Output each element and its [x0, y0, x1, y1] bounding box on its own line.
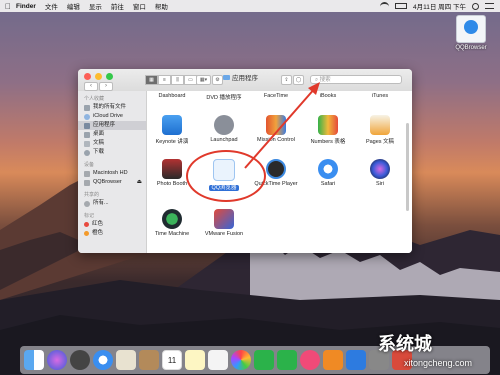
launchpad-dock-icon[interactable] [70, 350, 90, 370]
notes-dock-icon[interactable] [185, 350, 205, 370]
annotation-arrow-icon [244, 82, 320, 169]
app-store-dock-icon[interactable] [346, 350, 366, 370]
facetime-dock-icon[interactable] [277, 350, 297, 370]
finder-dock-icon[interactable] [24, 350, 44, 370]
contacts-dock-icon[interactable] [139, 350, 159, 370]
messages-dock-icon[interactable] [254, 350, 274, 370]
mail-dock-icon[interactable] [116, 350, 136, 370]
siri-dock-icon[interactable] [47, 350, 67, 370]
photos-dock-icon[interactable] [231, 350, 251, 370]
watermark-logo-text: 系统城 [378, 334, 432, 354]
safari-dock-icon[interactable] [93, 350, 113, 370]
ibooks-dock-icon[interactable] [323, 350, 343, 370]
itunes-dock-icon[interactable] [300, 350, 320, 370]
calendar-dock-icon[interactable]: 11 [162, 350, 182, 370]
watermark-site: xitongcheng.com [404, 358, 473, 368]
reminders-dock-icon[interactable] [208, 350, 228, 370]
